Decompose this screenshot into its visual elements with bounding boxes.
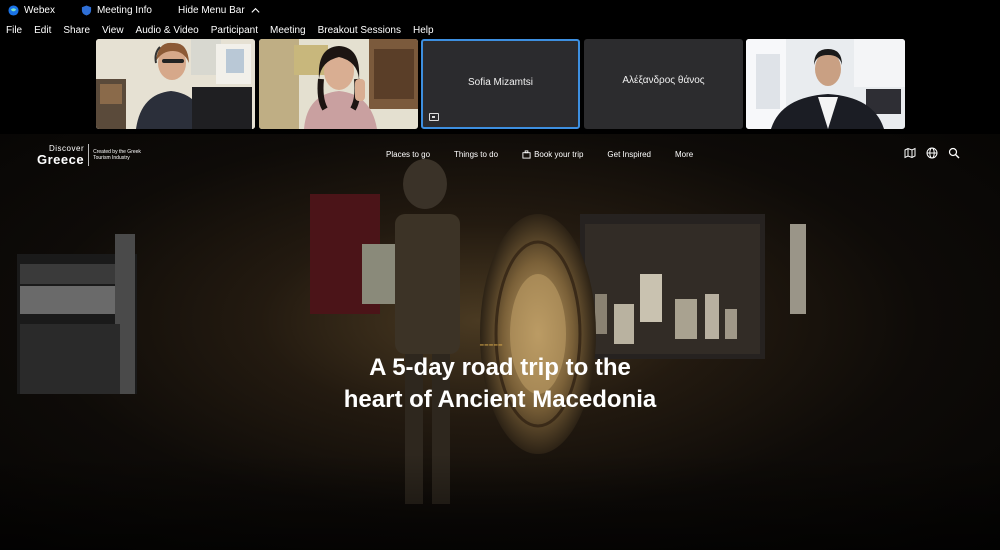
- shield-icon: [81, 5, 92, 16]
- participant-name: Αλέξανδρος θάνος: [622, 75, 705, 86]
- menu-edit[interactable]: Edit: [34, 25, 51, 36]
- participant-video-tile[interactable]: [96, 39, 255, 129]
- menu-view[interactable]: View: [102, 25, 124, 36]
- nav-things-to-do[interactable]: Things to do: [454, 150, 498, 159]
- nav-more[interactable]: More: [675, 150, 693, 159]
- participant-tile[interactable]: Αλέξανδρος θάνος: [584, 39, 743, 129]
- search-icon[interactable]: [948, 147, 960, 159]
- menu-breakout-sessions[interactable]: Breakout Sessions: [318, 25, 401, 36]
- site-navigation: Discover Greece Created by the Greek Tou…: [0, 134, 1000, 174]
- chevron-up-icon: [251, 7, 260, 13]
- nav-book-your-trip-label: Book your trip: [534, 150, 584, 159]
- nav-tools: [904, 147, 960, 159]
- participant-tile-active[interactable]: Sofia Mizamtsi: [421, 39, 580, 129]
- participant-video-tile[interactable]: [259, 39, 418, 129]
- menu-share[interactable]: Share: [63, 25, 90, 36]
- screen-share-icon: [429, 113, 439, 121]
- discover-greece-logo[interactable]: Discover Greece Created by the Greek Tou…: [37, 144, 148, 166]
- nav-get-inspired[interactable]: Get Inspired: [607, 150, 651, 159]
- logo-tagline: Created by the Greek Tourism Industry: [93, 149, 141, 161]
- participant-name: Sofia Mizamtsi: [467, 77, 533, 88]
- participant-strip: Sofia Mizamtsi Αλέξανδρος θάνος: [0, 39, 1000, 133]
- hide-menu-label: Hide Menu Bar: [178, 5, 245, 16]
- menu-participant[interactable]: Participant: [211, 25, 258, 36]
- participant-video-tile[interactable]: [746, 39, 905, 129]
- hero-kicker-decoration: ━━━━━: [480, 343, 504, 349]
- nav-places-to-go[interactable]: Places to go: [386, 150, 430, 159]
- shared-screen: Discover Greece Created by the Greek Tou…: [0, 134, 1000, 550]
- participant-video: [96, 39, 255, 129]
- title-bar: Webex Meeting Info Hide Menu Bar: [0, 0, 1000, 21]
- map-icon[interactable]: [904, 147, 916, 159]
- menu-meeting[interactable]: Meeting: [270, 25, 306, 36]
- menu-file[interactable]: File: [6, 25, 22, 36]
- suitcase-icon: [522, 150, 531, 159]
- hero-headline-line2: heart of Ancient Macedonia: [343, 386, 657, 413]
- hero-headline-line1: A 5-day road trip to the: [369, 354, 631, 381]
- app-name: Webex: [24, 5, 55, 16]
- meeting-info-button[interactable]: Meeting Info: [81, 5, 152, 16]
- main-nav: Places to go Things to do Book your trip…: [386, 150, 717, 159]
- participant-video: [259, 39, 418, 129]
- menu-audio-video[interactable]: Audio & Video: [136, 25, 199, 36]
- webex-app-button[interactable]: Webex: [8, 5, 55, 16]
- menu-help[interactable]: Help: [413, 25, 434, 36]
- hide-menu-bar-button[interactable]: Hide Menu Bar: [178, 5, 261, 16]
- webex-logo-icon: [8, 5, 19, 16]
- globe-icon[interactable]: [926, 147, 938, 159]
- nav-book-your-trip[interactable]: Book your trip: [522, 150, 583, 159]
- logo-big-text: Greece: [37, 151, 85, 167]
- hero-headline: A 5-day road trip to the heart of Ancien…: [300, 352, 700, 416]
- meeting-info-label: Meeting Info: [96, 5, 152, 16]
- menu-bar: File Edit Share View Audio & Video Parti…: [0, 21, 1000, 39]
- logo-divider: [88, 144, 90, 166]
- participant-video: [746, 39, 905, 129]
